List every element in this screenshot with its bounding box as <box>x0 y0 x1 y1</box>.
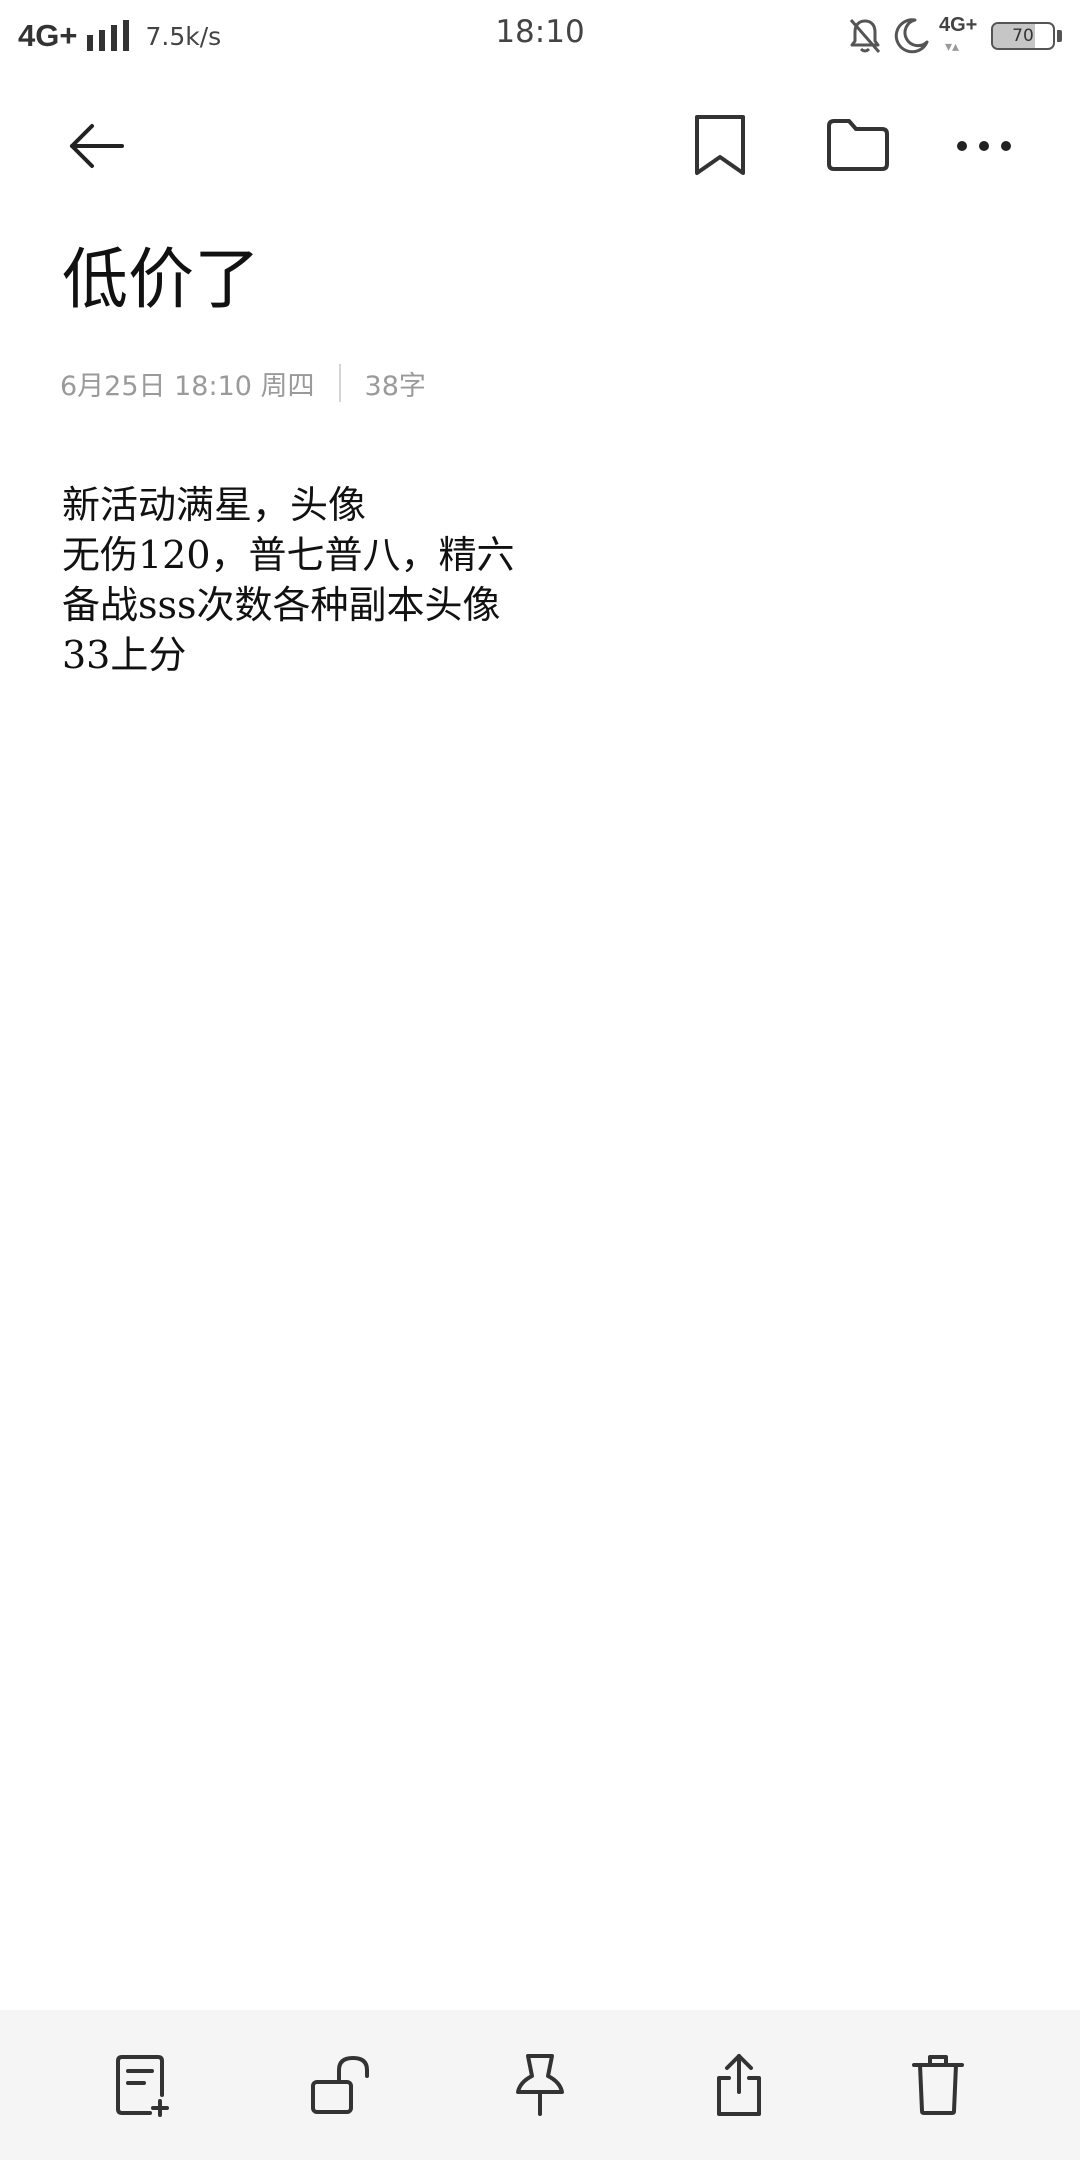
battery-level: 70 <box>1012 26 1034 46</box>
status-right: 4G+ ▾▴ 70 <box>847 14 1062 58</box>
note-word-count: 38字 <box>364 370 426 402</box>
trash-icon <box>912 2055 965 2115</box>
network-type-secondary: 4G+ ▾▴ <box>939 14 981 58</box>
back-arrow-icon <box>70 124 124 168</box>
share-icon <box>717 2054 762 2116</box>
note-title[interactable]: 低价了 <box>62 240 260 320</box>
status-bar: 4G+ 7.5k/s 18:10 4G+ ▾▴ 70 <box>0 0 1080 72</box>
note-line: 33上分 <box>62 633 187 677</box>
delete-button[interactable] <box>883 2030 993 2140</box>
bell-muted-icon <box>849 19 881 53</box>
note-line: 新活动满星，头像 <box>62 483 367 527</box>
folder-button[interactable] <box>812 100 904 190</box>
bookmark-button[interactable] <box>680 100 760 190</box>
unlock-icon <box>310 2055 369 2114</box>
new-note-button[interactable] <box>87 2030 197 2140</box>
new-note-icon <box>115 2055 169 2117</box>
note-line: 备战sss次数各种副本头像 <box>62 583 501 627</box>
bookmark-icon <box>695 115 745 175</box>
note-line: 无伤120，普七普八，精六 <box>62 533 515 577</box>
more-dots-icon <box>957 141 1011 151</box>
battery-icon: 70 <box>991 22 1055 50</box>
network-type-secondary-label: 4G+ <box>939 14 978 36</box>
more-options-button[interactable] <box>944 106 1024 186</box>
meta-divider <box>338 364 341 402</box>
back-button[interactable] <box>56 106 136 186</box>
share-button[interactable] <box>684 2030 794 2140</box>
bottom-action-bar <box>0 2010 1080 2160</box>
moon-icon <box>894 18 929 54</box>
pin-button[interactable] <box>485 2030 595 2140</box>
data-arrows: ▾▴ <box>945 38 960 54</box>
note-body[interactable]: 新活动满星，头像 无伤120，普七普八，精六 备战sss次数各种副本头像 33上… <box>62 480 962 680</box>
pin-icon <box>515 2054 564 2116</box>
lock-button[interactable] <box>286 2030 396 2140</box>
note-meta: 6月25日 18:10 周四 38字 <box>60 360 426 406</box>
folder-icon <box>827 119 889 171</box>
battery-cap <box>1057 30 1062 42</box>
note-date: 6月25日 18:10 周四 <box>60 370 315 402</box>
